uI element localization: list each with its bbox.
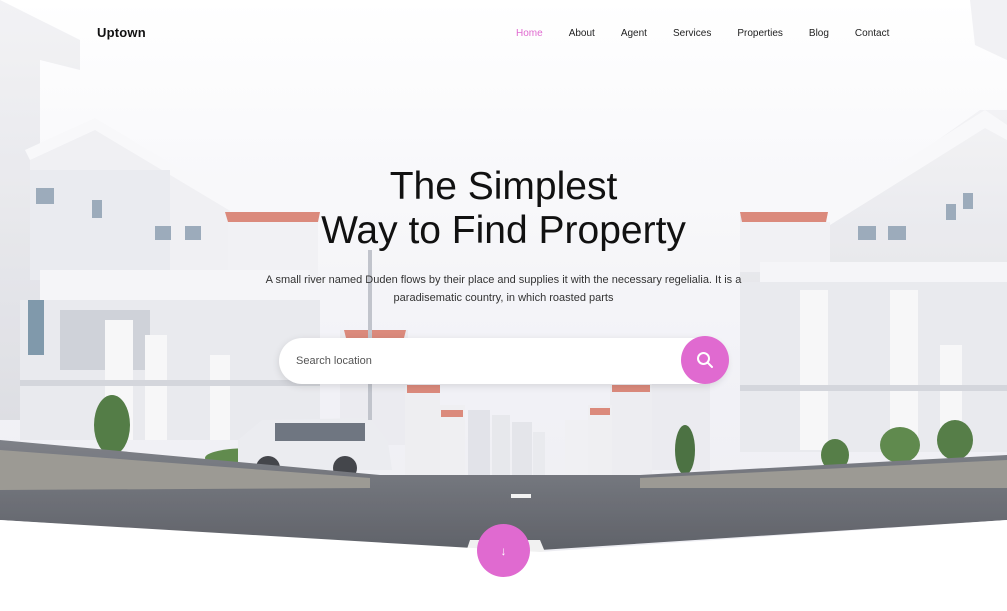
search-button[interactable]	[681, 336, 729, 384]
brand-logo[interactable]: Uptown	[97, 25, 146, 40]
nav-item-home[interactable]: Home	[503, 27, 556, 41]
scroll-down-button[interactable]: ↓	[477, 524, 530, 577]
nav-item-agent[interactable]: Agent	[608, 27, 660, 41]
location-search-bar	[279, 338, 727, 384]
nav-item-contact[interactable]: Contact	[842, 27, 902, 41]
hero-title: The Simplest Way to Find Property	[0, 165, 1007, 253]
hero-title-line-2: Way to Find Property	[321, 209, 686, 252]
nav-item-about[interactable]: About	[556, 27, 608, 41]
search-input[interactable]	[296, 338, 676, 384]
main-menu: Home About Agent Services Properties Blo…	[503, 27, 902, 41]
search-icon	[697, 352, 713, 368]
nav-item-blog[interactable]: Blog	[796, 27, 842, 41]
nav-item-properties[interactable]: Properties	[724, 27, 796, 41]
nav-item-services[interactable]: Services	[660, 27, 724, 41]
arrow-down-icon: ↓	[500, 543, 507, 558]
hero-section: Uptown Home About Agent Services Propert…	[0, 0, 1007, 611]
navbar: Uptown Home About Agent Services Propert…	[0, 0, 1007, 68]
hero-subtitle: A small river named Duden flows by their…	[265, 274, 742, 304]
hero-title-line-1: The Simplest	[389, 165, 618, 208]
